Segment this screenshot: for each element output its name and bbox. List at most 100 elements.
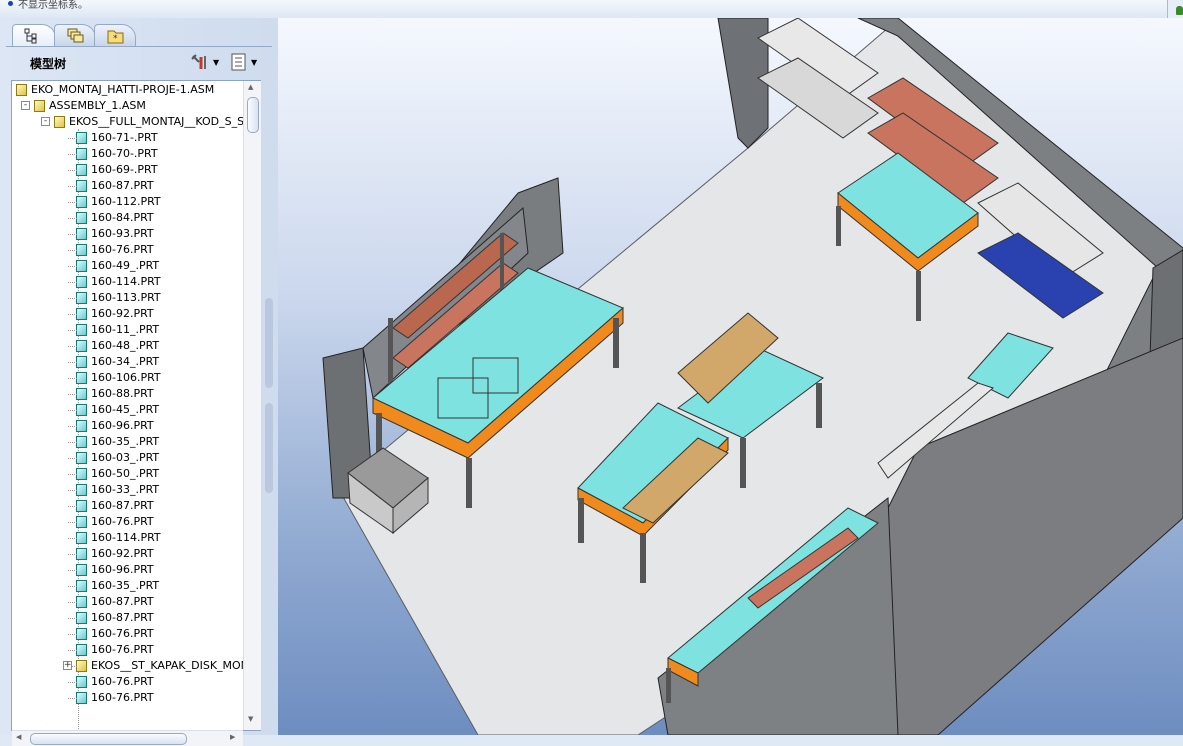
tree-connector bbox=[68, 170, 77, 171]
tree-connector bbox=[68, 346, 77, 347]
tree-item-part[interactable]: 160-48_.PRT bbox=[76, 338, 159, 354]
collapse-icon[interactable]: - bbox=[21, 101, 30, 110]
tree-connector bbox=[68, 298, 77, 299]
tree-item-label: ASSEMBLY_1.ASM bbox=[49, 99, 146, 112]
tree-connector bbox=[68, 602, 77, 603]
tree-item-part[interactable]: 160-96.PRT bbox=[76, 562, 154, 578]
chevron-down-icon: ▼ bbox=[213, 57, 220, 67]
part-icon bbox=[76, 516, 87, 528]
part-icon bbox=[76, 276, 87, 288]
tree-item-part[interactable]: 160-113.PRT bbox=[76, 290, 161, 306]
tree-item-part[interactable]: 160-03_.PRT bbox=[76, 450, 159, 466]
tree-item-part[interactable]: 160-88.PRT bbox=[76, 386, 154, 402]
tab-model-tree[interactable] bbox=[12, 24, 56, 47]
part-icon bbox=[76, 292, 87, 304]
tree-item-label: 160-87.PRT bbox=[91, 179, 154, 192]
collapse-icon[interactable]: - bbox=[41, 117, 50, 126]
part-icon bbox=[76, 420, 87, 432]
tree-item-part[interactable]: 160-87.PRT bbox=[76, 594, 154, 610]
part-icon bbox=[76, 484, 87, 496]
tree-item-part[interactable]: 160-76.PRT bbox=[76, 674, 154, 690]
tree-icon bbox=[24, 28, 37, 44]
tree-vertical-scrollbar[interactable]: ▲ ▼ bbox=[243, 81, 261, 730]
tree-item-part[interactable]: 160-35_.PRT bbox=[76, 434, 159, 450]
tools-menu-button[interactable]: ▼ bbox=[190, 51, 219, 73]
tree-item-part[interactable]: 160-11_.PRT bbox=[76, 322, 159, 338]
tree-connector bbox=[68, 458, 77, 459]
tree-item-part[interactable]: 160-114.PRT bbox=[76, 530, 161, 546]
tree-item-label: 160-114.PRT bbox=[91, 531, 161, 544]
tree-item-part[interactable]: 160-45_.PRT bbox=[76, 402, 159, 418]
tree-item-part[interactable]: 160-96.PRT bbox=[76, 418, 154, 434]
tab-divider bbox=[6, 46, 272, 47]
tree-item-label: 160-50_.PRT bbox=[91, 467, 160, 480]
tree-item-label: 160-76.PRT bbox=[91, 515, 154, 528]
tree-item-part[interactable]: 160-70-.PRT bbox=[76, 146, 158, 162]
scroll-thumb[interactable] bbox=[247, 97, 259, 133]
tree-item-assembly[interactable]: ASSEMBLY_1.ASM bbox=[34, 98, 146, 114]
graphics-viewport[interactable] bbox=[278, 18, 1183, 735]
tree-item-part[interactable]: 160-92.PRT bbox=[76, 546, 154, 562]
tree-horizontal-scrollbar[interactable]: ◀ ▶ bbox=[12, 730, 243, 746]
tree-item-assembly[interactable]: EKO_MONTAJ_HATTI-PROJE-1.ASM bbox=[16, 82, 214, 98]
tree-item-assembly[interactable]: EKOS__ST_KAPAK_DISK_MONT bbox=[76, 658, 256, 674]
part-icon bbox=[76, 148, 87, 160]
tree-item-label: 160-76.PRT bbox=[91, 243, 154, 256]
tree-connector bbox=[68, 490, 77, 491]
scroll-down-icon[interactable]: ▼ bbox=[248, 715, 253, 723]
expand-icon[interactable]: + bbox=[63, 661, 72, 670]
tab-layers[interactable] bbox=[54, 24, 96, 46]
tree-item-part[interactable]: 160-112.PRT bbox=[76, 194, 161, 210]
tree-item-part[interactable]: 160-34_.PRT bbox=[76, 354, 159, 370]
tree-item-part[interactable]: 160-84.PRT bbox=[76, 210, 154, 226]
tree-item-label: 160-76.PRT bbox=[91, 675, 154, 688]
tree-item-part[interactable]: 160-69-.PRT bbox=[76, 162, 158, 178]
part-icon bbox=[76, 132, 87, 144]
part-icon bbox=[76, 388, 87, 400]
tree-item-label: 160-76.PRT bbox=[91, 691, 154, 704]
tree-item-part[interactable]: 160-49_.PRT bbox=[76, 258, 159, 274]
scroll-right-icon[interactable]: ▶ bbox=[230, 733, 235, 741]
tree-item-part[interactable]: 160-114.PRT bbox=[76, 274, 161, 290]
tree-item-part[interactable]: 160-93.PRT bbox=[76, 226, 154, 242]
tree-item-label: 160-87.PRT bbox=[91, 611, 154, 624]
assembly-icon bbox=[54, 116, 65, 128]
part-icon bbox=[76, 260, 87, 272]
tree-item-assembly[interactable]: EKOS__FULL_MONTAJ__KOD_S_ST bbox=[54, 114, 251, 130]
tab-favorites[interactable]: * bbox=[94, 24, 136, 46]
tree-item-part[interactable]: 160-87.PRT bbox=[76, 178, 154, 194]
part-icon bbox=[76, 228, 87, 240]
tree-connector bbox=[68, 442, 77, 443]
tree-item-label: 160-48_.PRT bbox=[91, 339, 160, 352]
status-light-icon bbox=[1176, 6, 1183, 15]
tree-settings-button[interactable]: ▼ bbox=[230, 51, 257, 73]
tree-item-label: 160-96.PRT bbox=[91, 563, 154, 576]
tree-settings-icon bbox=[231, 53, 246, 71]
tree-item-part[interactable]: 160-71-.PRT bbox=[76, 130, 158, 146]
tree-item-part[interactable]: 160-76.PRT bbox=[76, 514, 154, 530]
tree-connector bbox=[68, 266, 77, 267]
tree-item-part[interactable]: 160-76.PRT bbox=[76, 642, 154, 658]
tree-item-part[interactable]: 160-35_.PRT bbox=[76, 578, 159, 594]
tree-connector bbox=[68, 426, 77, 427]
tree-item-part[interactable]: 160-92.PRT bbox=[76, 306, 154, 322]
tree-item-label: 160-76.PRT bbox=[91, 627, 154, 640]
tree-connector bbox=[68, 538, 77, 539]
tree-item-label: 160-113.PRT bbox=[91, 291, 161, 304]
tree-item-part[interactable]: 160-87.PRT bbox=[76, 498, 154, 514]
tree-item-part[interactable]: 160-50_.PRT bbox=[76, 466, 159, 482]
tree-item-label: 160-106.PRT bbox=[91, 371, 161, 384]
tree-item-part[interactable]: 160-106.PRT bbox=[76, 370, 161, 386]
tree-item-part[interactable]: 160-87.PRT bbox=[76, 610, 154, 626]
part-icon bbox=[76, 692, 87, 704]
tree-item-part[interactable]: 160-33_.PRT bbox=[76, 482, 159, 498]
tree-item-part[interactable]: 160-76.PRT bbox=[76, 690, 154, 706]
scroll-up-icon[interactable]: ▲ bbox=[248, 83, 253, 91]
tree-connector bbox=[68, 698, 77, 699]
tree-item-label: 160-69-.PRT bbox=[91, 163, 158, 176]
panel-splitter[interactable] bbox=[265, 298, 278, 498]
assembly-3d-view[interactable] bbox=[278, 18, 1183, 735]
scroll-left-icon[interactable]: ◀ bbox=[16, 733, 21, 741]
tree-item-part[interactable]: 160-76.PRT bbox=[76, 242, 154, 258]
tree-item-part[interactable]: 160-76.PRT bbox=[76, 626, 154, 642]
